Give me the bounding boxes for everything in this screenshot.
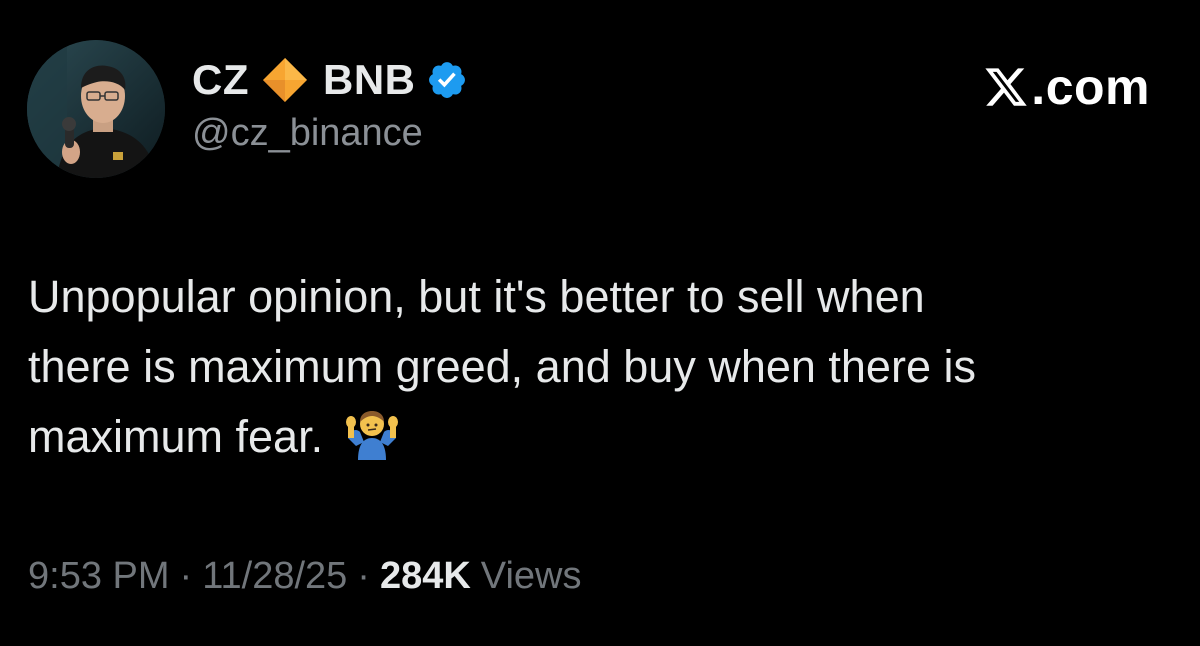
tweet-meta: 9:53 PM · 11/28/25 · 284K Views xyxy=(28,555,581,598)
avatar-image xyxy=(27,40,165,178)
views-label: Views xyxy=(480,555,582,597)
meta-separator: · xyxy=(357,555,370,597)
tweet-text: Unpopular opinion, but it's better to se… xyxy=(28,271,976,462)
tweet-body: Unpopular opinion, but it's better to se… xyxy=(28,262,1178,472)
author-handle[interactable]: @cz_binance xyxy=(192,112,468,155)
author-name-row: CZ BNB xyxy=(192,52,468,108)
tweet-header: CZ BNB @cz_binance xyxy=(192,52,468,155)
x-brand[interactable]: .com xyxy=(983,58,1150,116)
meta-separator: · xyxy=(179,555,193,597)
verified-badge-icon[interactable] xyxy=(426,59,468,101)
avatar[interactable] xyxy=(27,40,165,178)
tweet-time[interactable]: 9:53 PM xyxy=(28,555,170,598)
views-count[interactable]: 284K xyxy=(380,555,471,598)
tweet-date[interactable]: 11/28/25 xyxy=(202,555,347,598)
author-name-suffix[interactable]: BNB xyxy=(323,56,416,104)
person-shrugging-icon xyxy=(344,408,400,460)
tweet-card: CZ BNB @cz_binance .com Unpopular opinio… xyxy=(0,0,1200,646)
x-logo-icon xyxy=(983,64,1029,110)
brand-domain-label: .com xyxy=(1031,59,1150,115)
orange-diamond-icon xyxy=(261,56,309,104)
author-name[interactable]: CZ xyxy=(192,56,249,104)
